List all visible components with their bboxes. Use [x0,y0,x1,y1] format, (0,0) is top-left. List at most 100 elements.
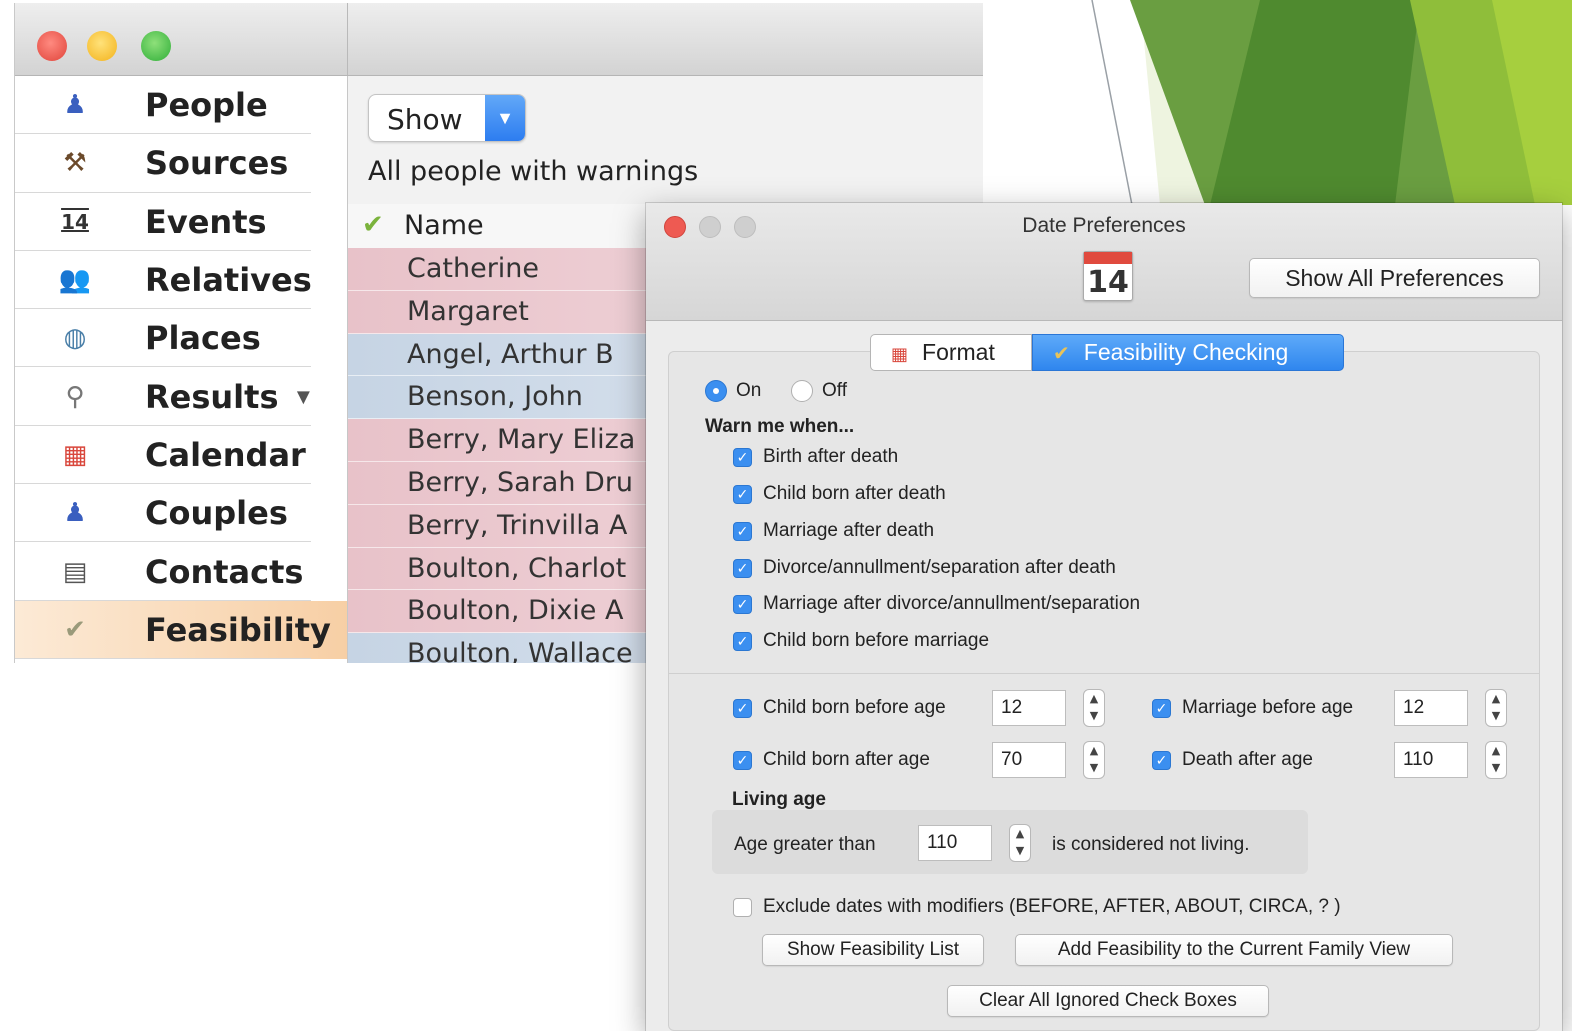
sidebar-item-couples[interactable]: ♟ Couples [15,484,347,543]
warning-checkbox[interactable]: ✓ [733,485,752,504]
zoom-window-button[interactable] [141,31,171,61]
child-after-age-field[interactable]: 70 [992,742,1066,778]
window-title: Date Preferences [1022,214,1186,237]
sidebar-item-label: Relatives [145,261,312,300]
living-age-suffix: is considered not living. [1052,834,1250,855]
show-feasibility-list-button[interactable]: Show Feasibility List [762,934,984,966]
tab-feasibility-label: Feasibility Checking [1083,339,1289,365]
warning-checkbox[interactable]: ✓ [733,522,752,541]
sidebar-item-places[interactable]: ◍ Places [15,309,347,368]
sidebar-item-label: Results [145,377,279,416]
sidebar-item-label: People [145,86,268,125]
date-preferences-window: Date Preferences 14 Show All Preferences… [646,203,1562,1031]
sidebar-item-label: Events [145,202,267,241]
marriage-before-age-checkbox[interactable]: ✓ [1152,699,1171,718]
sidebar-item-sources[interactable]: ⚒ Sources [15,134,347,193]
warning-checkbox[interactable]: ✓ [733,559,752,578]
sidebar-item-feasibility[interactable]: ✔ Feasibility [15,600,347,660]
death-after-age-field[interactable]: 110 [1394,742,1468,778]
off-radio-label: Off [822,380,847,401]
marriage-before-age-label: Marriage before age [1182,697,1354,718]
couples-icon: ♟ [63,498,87,529]
calendar-icon-header [1084,252,1132,264]
list-subtitle: All people with warnings [368,156,699,187]
warning-label: Child born after death [763,483,946,504]
globe-icon: ◍ [63,323,87,354]
checkmark-icon: ✔ [362,210,384,240]
sidebar-item-people[interactable]: ♟ People [15,76,347,135]
warning-checkbox[interactable]: ✓ [733,448,752,467]
calendar-icon: ▦ [891,344,909,365]
death-after-age-checkbox[interactable]: ✓ [1152,751,1171,770]
sidebar-item-label: Couples [145,494,288,533]
sidebar-item-events[interactable]: 14 Events [15,193,347,252]
calendar-icon[interactable]: 14 [1083,251,1133,301]
titlebar-divider [347,3,348,75]
chevron-down-icon[interactable]: ▼ [485,95,525,141]
relatives-icon: 👥 [58,265,92,296]
warn-heading: Warn me when... [705,416,855,437]
preferences-toolbar: Date Preferences 14 Show All Preferences [646,203,1562,321]
death-after-age-stepper[interactable]: ▲ ▼ [1485,741,1507,779]
disclosure-triangle-icon[interactable]: ▼ [292,384,314,410]
on-radio[interactable] [705,380,727,402]
living-age-heading: Living age [732,789,826,810]
show-select-value: Show [387,103,463,136]
child-after-age-checkbox[interactable]: ✓ [733,751,752,770]
people-icon: ♟ [63,90,87,121]
add-feasibility-family-view-button[interactable]: Add Feasibility to the Current Family Vi… [1015,934,1453,966]
warning-label: Divorce/annullment/separation after deat… [763,557,1116,578]
marriage-before-age-stepper[interactable]: ▲ ▼ [1485,689,1507,727]
warning-checkbox[interactable]: ✓ [733,595,752,614]
shovel-icon: ⚒ [63,148,87,179]
warning-label: Marriage after death [763,520,935,541]
warning-label: Child born before marriage [763,630,990,651]
sidebar-item-label: Places [145,319,261,358]
on-radio-label: On [736,380,762,401]
sidebar-item-calendar[interactable]: ▦ Calendar [15,426,347,485]
sidebar: ♟ People ⚒ Sources 14 Events 👥 Relatives ◍ Places… [15,76,348,663]
child-after-age-stepper[interactable]: ▲ ▼ [1083,741,1105,779]
sidebar-item-label: Contacts [145,552,304,591]
sidebar-item-label: Sources [145,144,289,183]
calendar-14-icon: 14 [61,209,89,234]
show-select[interactable]: Show ▼ [368,94,526,142]
tab-feasibility-checking[interactable]: ✔ Feasibility Checking [1032,334,1344,371]
sidebar-item-relatives[interactable]: 👥 Relatives [15,251,347,310]
child-after-age-label: Child born after age [763,749,930,770]
living-age-prefix: Age greater than [734,834,876,855]
exclude-modifiers-checkbox[interactable] [733,898,752,917]
tab-format[interactable]: ▦ Format [870,334,1032,371]
death-after-age-label: Death after age [1182,749,1313,770]
contacts-icon: ▤ [62,556,88,587]
section-divider [668,673,1540,674]
minimize-window-button[interactable] [87,31,117,61]
close-window-button[interactable] [37,31,67,61]
column-header-name[interactable]: Name [404,210,484,241]
child-before-age-stepper[interactable]: ▲ ▼ [1083,689,1105,727]
living-age-field[interactable]: 110 [918,825,992,861]
show-all-preferences-button[interactable]: Show All Preferences [1249,258,1540,298]
living-age-stepper[interactable]: ▲ ▼ [1009,824,1031,862]
warning-checkbox[interactable]: ✓ [733,632,752,651]
sidebar-item-results[interactable]: ⚲ Results ▼ [15,367,347,427]
child-before-age-label: Child born before age [763,697,946,718]
calendar-icon: ▦ [62,439,88,470]
calendar-icon-day: 14 [1087,265,1129,300]
child-before-age-field[interactable]: 12 [992,690,1066,726]
exclude-modifiers-label: Exclude dates with modifiers (BEFORE, AF… [763,896,1341,917]
child-before-age-checkbox[interactable]: ✓ [733,699,752,718]
clear-ignored-checkboxes-button[interactable]: Clear All Ignored Check Boxes [947,985,1269,1017]
magnifier-icon: ⚲ [65,381,85,412]
checkmark-icon: ✔ [64,614,86,645]
off-radio[interactable] [791,380,813,402]
tab-format-label: Format [922,339,995,365]
sidebar-item-label: Feasibility [145,610,331,649]
warning-label: Birth after death [763,446,899,467]
sidebar-item-label: Calendar [145,435,306,474]
marriage-before-age-field[interactable]: 12 [1394,690,1468,726]
sidebar-item-contacts[interactable]: ▤ Contacts [15,542,347,601]
checkmark-icon: ✔ [1053,341,1070,365]
window-titlebar [15,3,983,76]
warning-label: Marriage after divorce/annullment/separa… [763,593,1141,614]
